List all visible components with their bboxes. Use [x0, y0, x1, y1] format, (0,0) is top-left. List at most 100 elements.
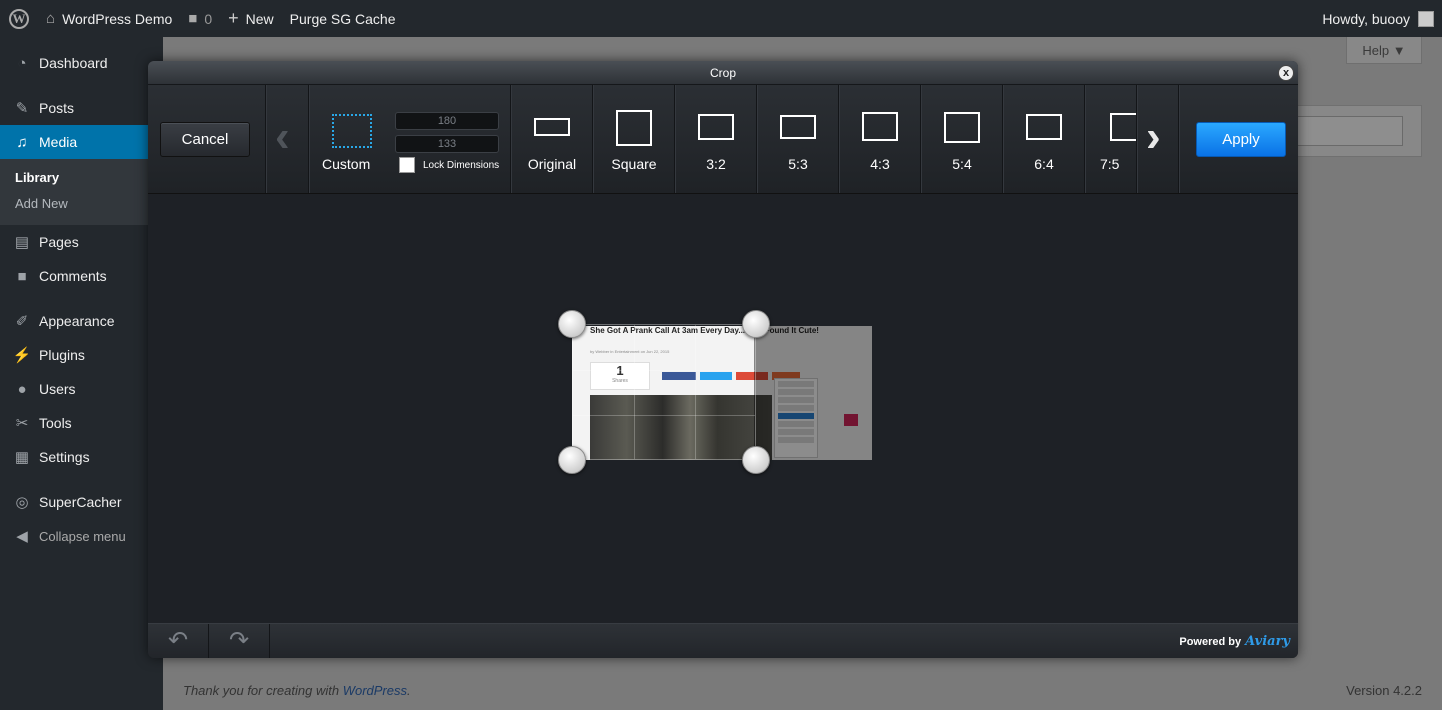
prev-presets-cell: ‹ — [266, 85, 309, 193]
sidebar-item-label: Users — [39, 381, 76, 397]
sidebar-item-supercacher[interactable]: ◎ SuperCacher — [0, 485, 163, 519]
chevron-left-icon[interactable]: ‹ — [275, 115, 290, 159]
preset-6-4[interactable]: 6:4 — [1003, 85, 1085, 193]
apply-cell: Apply — [1179, 85, 1298, 193]
help-button[interactable]: Help ▼ — [1346, 37, 1422, 64]
crop-canvas: She Got A Prank Call At 3am Every Day...… — [148, 194, 1298, 623]
powered-by: Powered by Aviary — [1179, 634, 1290, 649]
modal-title-bar: Crop x — [148, 61, 1298, 85]
preset-5-4[interactable]: 5:4 — [921, 85, 1003, 193]
media-search-panel — [1282, 105, 1422, 157]
sidebar-item-label: Appearance — [39, 313, 115, 329]
preset-square[interactable]: Square — [593, 85, 675, 193]
sidebar-item-plugins[interactable]: ⚡ Plugins — [0, 338, 163, 372]
preset-label: Original — [527, 156, 577, 172]
cancel-cell: Cancel — [148, 85, 266, 193]
sidebar-item-settings[interactable]: ▦ Settings — [0, 440, 163, 474]
brush-icon: ✐ — [15, 313, 29, 330]
sidebar-item-label: Settings — [39, 449, 90, 465]
footer-dot: . — [407, 683, 411, 698]
sidebar-item-pages[interactable]: ▤ Pages — [0, 225, 163, 259]
sidebar-item-label: Media — [39, 134, 78, 150]
custom-preset[interactable]: Custom 180 133 Lock Dimensions — [309, 85, 511, 193]
ratio-3-2-icon — [698, 114, 734, 140]
crop-handle-top-left[interactable] — [558, 310, 586, 338]
preset-label: 4:3 — [870, 156, 890, 172]
lock-dimensions-checkbox[interactable] — [399, 157, 415, 173]
media-submenu: Library Add New — [0, 159, 163, 225]
sidebar-item-users[interactable]: ● Users — [0, 372, 163, 406]
page-icon: ▤ — [14, 234, 30, 251]
preset-5-3[interactable]: 5:3 — [757, 85, 839, 193]
preset-4-3[interactable]: 4:3 — [839, 85, 921, 193]
height-input[interactable]: 133 — [395, 135, 499, 153]
ratio-6-4-icon — [1026, 114, 1062, 140]
preset-label: Square — [611, 156, 657, 172]
comments-link[interactable]: ■ 0 — [180, 0, 220, 37]
sidebar-item-posts[interactable]: ✎ Posts — [0, 91, 163, 125]
grid-line — [573, 415, 755, 416]
media-search-input[interactable] — [1293, 116, 1403, 146]
sidebar-item-label: Tools — [39, 415, 72, 431]
submenu-library[interactable]: Library — [0, 165, 163, 191]
aviary-logo[interactable]: Aviary — [1245, 634, 1290, 649]
admin-bar: W ⌂ WordPress Demo ■ 0 + New Purge SG Ca… — [0, 0, 1442, 37]
home-icon: ⌂ — [46, 10, 56, 27]
modal-title: Crop — [709, 66, 736, 80]
ratio-5-4-icon — [944, 112, 980, 143]
sidebar-item-appearance[interactable]: ✐ Appearance — [0, 304, 163, 338]
wordpress-logo-button[interactable]: W — [0, 0, 38, 37]
redo-icon: ↷ — [228, 627, 250, 654]
close-icon: x — [1282, 67, 1290, 79]
purge-cache-link[interactable]: Purge SG Cache — [282, 0, 404, 37]
sidebar-item-label: Posts — [39, 100, 75, 116]
footer-version: Version 4.2.2 — [1346, 683, 1422, 698]
crop-outside-overlay — [754, 326, 872, 460]
collapse-arrow-icon: ◀ — [16, 528, 28, 545]
plus-icon: + — [228, 8, 239, 28]
submenu-add-new[interactable]: Add New — [0, 191, 163, 217]
preset-label: 3:2 — [706, 156, 726, 172]
wordpress-logo-icon: W — [9, 8, 29, 29]
plug-icon: ⚡ — [12, 347, 32, 364]
ratio-4-3-icon — [862, 112, 898, 141]
site-name-link[interactable]: ⌂ WordPress Demo — [38, 0, 180, 37]
custom-crop-icon — [332, 114, 372, 148]
cancel-button[interactable]: Cancel — [160, 122, 250, 157]
sidebar-item-tools[interactable]: ✂ Tools — [0, 406, 163, 440]
original-ratio-icon — [534, 118, 570, 136]
sidebar-item-label: Plugins — [39, 347, 85, 363]
footer-thankyou: Thank you for creating with WordPress. — [183, 683, 411, 698]
preset-label: 5:4 — [952, 156, 972, 172]
wordpress-link[interactable]: WordPress — [343, 683, 407, 698]
apply-button[interactable]: Apply — [1196, 122, 1286, 157]
undo-button[interactable]: ↶ — [148, 624, 209, 658]
comment-bubble-icon: ■ — [188, 10, 198, 27]
crop-handle-bottom-left[interactable] — [558, 446, 586, 474]
powered-by-label: Powered by — [1179, 636, 1242, 648]
close-button[interactable]: x — [1278, 65, 1294, 81]
my-account-link[interactable]: Howdy, buooy — [1314, 0, 1442, 37]
preset-3-2[interactable]: 3:2 — [675, 85, 757, 193]
preset-label: 5:3 — [788, 156, 808, 172]
sidebar-item-dashboard[interactable]: ◔ Dashboard — [0, 46, 163, 80]
pin-icon: ✎ — [15, 100, 29, 117]
redo-button[interactable]: ↷ — [209, 624, 270, 658]
crop-selection[interactable] — [572, 324, 756, 460]
comments-count: 0 — [204, 10, 213, 27]
preset-7-5[interactable]: 7:5 — [1085, 85, 1137, 193]
crop-handle-bottom-right[interactable] — [742, 446, 770, 474]
custom-label: Custom — [322, 156, 371, 172]
sidebar-item-label: Dashboard — [39, 55, 108, 71]
comment-icon: ■ — [17, 267, 27, 285]
crop-handle-top-right[interactable] — [742, 310, 770, 338]
width-input[interactable]: 180 — [395, 112, 499, 130]
chevron-right-icon[interactable]: › — [1146, 115, 1161, 159]
new-content-link[interactable]: + New — [220, 0, 282, 37]
site-name-label: WordPress Demo — [62, 10, 173, 27]
sidebar-item-comments[interactable]: ■ Comments — [0, 259, 163, 293]
sidebar-item-media[interactable]: ♫ Media — [0, 125, 163, 159]
crop-modal: Crop x Cancel ‹ Custom 180 133 Lock Dime… — [148, 61, 1298, 658]
preset-original[interactable]: Original — [511, 85, 593, 193]
collapse-menu-button[interactable]: ◀ Collapse menu — [0, 519, 163, 553]
